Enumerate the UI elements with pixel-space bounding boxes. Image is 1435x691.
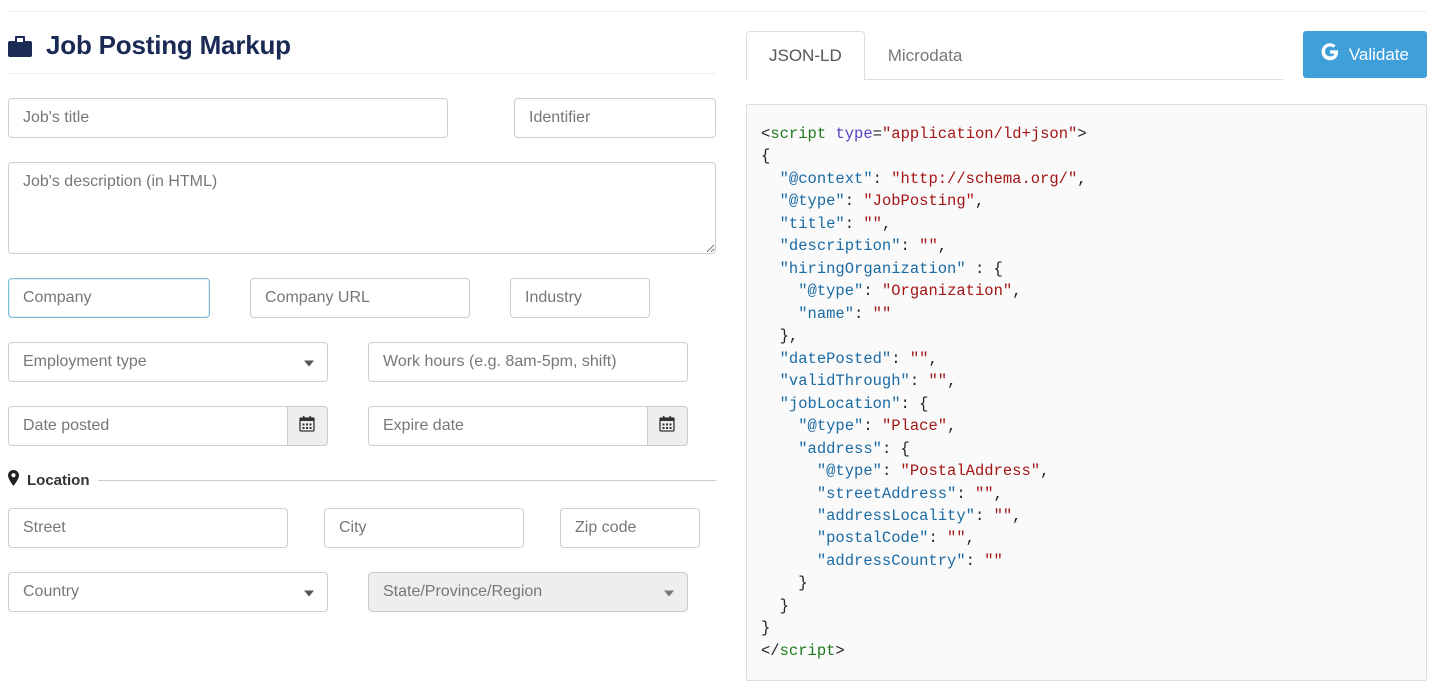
output-tabs: JSON-LD Microdata [746,30,1283,80]
legend-divider [98,480,717,481]
job-description-textarea[interactable] [8,162,716,254]
date-posted-calendar-button[interactable] [287,406,328,446]
top-divider [8,8,1427,12]
code-output[interactable]: <script type="application/ld+json"> { "@… [746,104,1427,681]
location-legend-label: Location [27,472,90,489]
form-panel: Job Posting Markup [8,30,716,681]
job-title-input[interactable] [8,98,448,138]
map-pin-icon [8,470,19,490]
row-employment [8,342,716,382]
zip-input[interactable] [560,508,700,548]
date-posted-group [8,406,328,446]
work-hours-input[interactable] [368,342,688,382]
expire-date-calendar-button[interactable] [647,406,688,446]
street-input[interactable] [8,508,288,548]
page-title: Job Posting Markup [46,30,291,61]
validate-button[interactable]: Validate [1303,31,1427,78]
calendar-icon [299,416,315,436]
calendar-icon [659,416,675,436]
main-container: Job Posting Markup [8,30,1427,681]
row-country-state [8,572,716,612]
google-g-icon [1321,43,1339,66]
tab-microdata[interactable]: Microdata [865,31,986,80]
identifier-input[interactable] [514,98,716,138]
company-input[interactable] [8,278,210,318]
expire-date-group [368,406,688,446]
expire-date-input[interactable] [368,406,647,446]
output-header: JSON-LD Microdata Validate [746,30,1427,80]
row-address [8,508,716,548]
location-legend: Location [8,470,716,490]
tab-jsonld[interactable]: JSON-LD [746,31,865,80]
city-input[interactable] [324,508,524,548]
row-description [8,162,716,254]
country-select[interactable] [8,572,328,612]
row-company [8,278,716,318]
date-posted-input[interactable] [8,406,287,446]
state-select[interactable] [368,572,688,612]
row-dates [8,406,716,446]
validate-button-label: Validate [1349,45,1409,65]
page-title-row: Job Posting Markup [8,30,716,74]
employment-type-select[interactable] [8,342,328,382]
industry-input[interactable] [510,278,650,318]
briefcase-icon [8,35,32,57]
row-title-identifier [8,98,716,138]
output-panel: JSON-LD Microdata Validate <script type=… [746,30,1427,681]
company-url-input[interactable] [250,278,470,318]
